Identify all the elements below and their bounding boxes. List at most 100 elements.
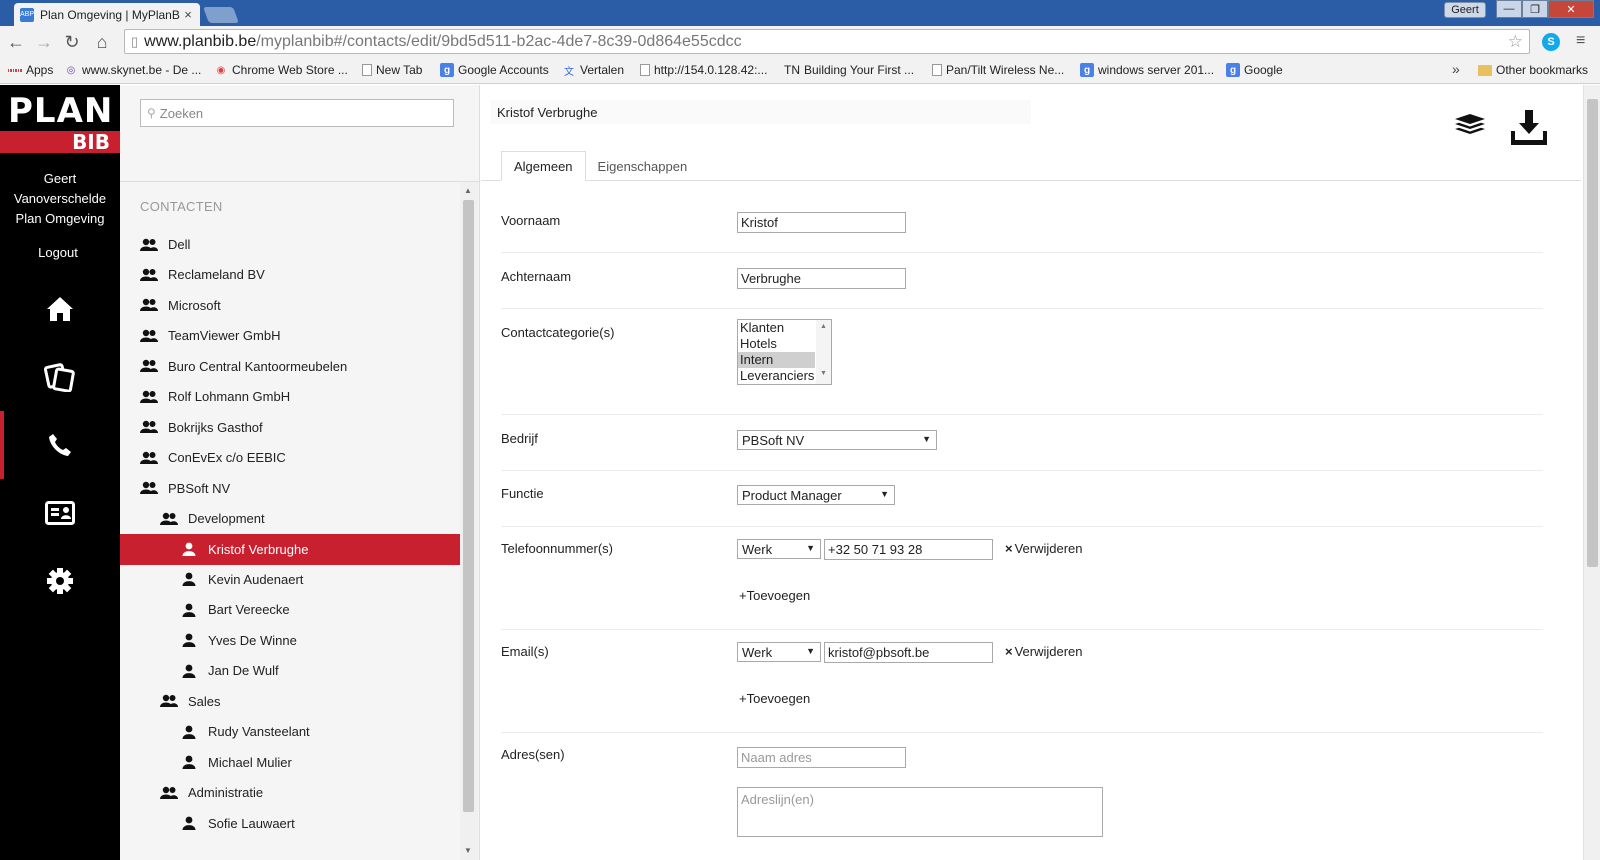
bookmark-apps[interactable]: Apps (7, 63, 53, 77)
contact-person-item[interactable]: Michael Mulier (120, 747, 460, 778)
address-name-input[interactable] (737, 747, 906, 768)
layers-button[interactable] (1453, 113, 1487, 140)
nav-home[interactable] (0, 275, 120, 343)
browser-tab[interactable]: ABP Plan Omgeving | MyPlanB × (14, 3, 200, 26)
logo-bib-text: BIB (0, 131, 120, 153)
search-box[interactable]: ⚲ (140, 99, 454, 127)
nav-contact-card[interactable] (0, 479, 120, 547)
minimize-button[interactable]: — (1496, 0, 1522, 18)
bookmark-windows-server[interactable]: g windows server 201... (1080, 63, 1214, 77)
person-icon (180, 602, 198, 618)
scroll-up-icon[interactable]: ▲ (464, 186, 472, 195)
email-type-select[interactable]: Werk ▼ (737, 642, 821, 662)
bookmark-google-accounts[interactable]: g Google Accounts (440, 63, 549, 77)
bookmark-pantilt[interactable]: Pan/Tilt Wireless Ne... (932, 63, 1064, 77)
contacts-heading: CONTACTEN (140, 199, 223, 214)
category-option[interactable]: Hotels (738, 336, 815, 352)
tab-eigenschappen[interactable]: Eigenschappen (586, 151, 700, 181)
new-tab-button[interactable] (203, 7, 239, 23)
url-host: www.planbib.be (144, 32, 257, 50)
categories-listbox[interactable]: Klanten Hotels Intern Leveranciers ▲ ▼ (737, 319, 832, 385)
scroll-down-icon[interactable]: ▼ (820, 370, 827, 377)
scroll-up-icon[interactable]: ▲ (820, 323, 827, 330)
email-input[interactable] (824, 642, 993, 663)
browser-menu-icon[interactable]: ≡ (1576, 32, 1585, 50)
phone-add-button[interactable]: +Toevoegen (739, 588, 810, 603)
nav-contacts-phone[interactable] (0, 411, 120, 479)
contact-group-item[interactable]: Sales (120, 686, 460, 717)
category-option[interactable]: Klanten (738, 320, 815, 336)
contact-group-item[interactable]: Bokrijks Gasthof (120, 412, 460, 443)
bookmark-other[interactable]: Other bookmarks (1478, 63, 1588, 77)
contact-group-item[interactable]: Reclameland BV (120, 259, 460, 290)
scroll-down-icon[interactable]: ▼ (464, 846, 472, 855)
bookmark-chrome-web-store[interactable]: ◉ Chrome Web Store ... (214, 63, 348, 77)
category-option[interactable]: Leveranciers (738, 368, 815, 384)
search-input[interactable] (159, 105, 440, 121)
email-add-button[interactable]: +Toevoegen (739, 691, 810, 706)
listbox-scrollbar[interactable]: ▲ ▼ (816, 320, 831, 384)
tab-close-icon[interactable]: × (182, 7, 194, 22)
download-button[interactable] (1509, 109, 1549, 150)
bedrijf-select[interactable]: PBSoft NV ▼ (737, 430, 937, 450)
contact-person-item[interactable]: Kevin Audenaert (120, 564, 460, 595)
back-icon[interactable]: ← (6, 32, 26, 53)
reload-icon[interactable]: ↻ (62, 32, 82, 53)
logout-link[interactable]: Logout (0, 245, 116, 260)
close-icon: × (1005, 644, 1013, 659)
functie-select[interactable]: Product Manager ▼ (737, 485, 895, 505)
contact-person-item[interactable]: Bart Vereecke (120, 594, 460, 625)
contact-group-item[interactable]: Microsoft (120, 290, 460, 321)
nav-documents[interactable] (0, 343, 120, 411)
functie-label: Functie (501, 486, 544, 501)
sidebar-scrollbar[interactable]: ▲ ▼ (460, 182, 478, 860)
bookmarks-overflow-chevron[interactable]: » (1452, 61, 1460, 77)
planbib-logo[interactable]: PLAN BIB (0, 85, 120, 155)
maximize-button[interactable]: ❐ (1522, 0, 1548, 18)
bookmark-new-tab[interactable]: New Tab (362, 63, 422, 77)
contact-group-item[interactable]: Rolf Lohmann GmbH (120, 381, 460, 412)
bookmark-vertalen[interactable]: 文 Vertalen (562, 63, 624, 78)
contact-group-item[interactable]: TeamViewer GmbH (120, 320, 460, 351)
achternaam-input[interactable] (737, 268, 906, 289)
skype-extension-icon[interactable]: S (1542, 33, 1560, 51)
bookmark-star-icon[interactable]: ☆ (1508, 32, 1523, 52)
contact-group-item[interactable]: Development (120, 503, 460, 534)
scrollbar-thumb[interactable] (463, 200, 474, 812)
bookmark-building[interactable]: TN Building Your First ... (784, 63, 914, 77)
bookmark-ip[interactable]: http://154.0.128.42:... (640, 63, 767, 77)
address-bar[interactable]: ▯ www.planbib.be/myplanbib#/contacts/edi… (124, 29, 1530, 54)
contact-person-item[interactable]: Rudy Vansteelant (120, 716, 460, 747)
contact-item-selected[interactable]: Kristof Verbrughe (120, 533, 460, 565)
phone-remove-button[interactable]: × Verwijderen (1005, 541, 1083, 556)
contact-item-label: Michael Mulier (208, 754, 292, 770)
contact-group-item[interactable]: ConEvEx c/o EEBIC (120, 442, 460, 473)
forward-icon[interactable]: → (34, 32, 54, 53)
contact-group-item[interactable]: Dell (120, 229, 460, 260)
contact-group-item[interactable]: Administratie (120, 777, 460, 808)
email-remove-button[interactable]: × Verwijderen (1005, 644, 1083, 659)
main-scrollbar[interactable] (1583, 85, 1600, 860)
bookmark-skynet[interactable]: ◎ www.skynet.be - De ... (64, 63, 202, 77)
group-icon (140, 267, 158, 283)
phone-type-select[interactable]: Werk ▼ (737, 539, 821, 559)
contact-person-item[interactable]: Sofie Lauwaert (120, 808, 460, 839)
contact-person-item[interactable]: Jan De Wulf (120, 655, 460, 686)
voornaam-input[interactable] (737, 212, 906, 233)
home-browser-icon[interactable]: ⌂ (92, 32, 112, 53)
contact-item-label: Rolf Lohmann GmbH (168, 389, 291, 405)
contact-group-item[interactable]: PBSoft NV (120, 473, 460, 504)
tab-algemeen[interactable]: Algemeen (501, 151, 586, 181)
phone-input[interactable] (824, 539, 993, 560)
category-option-selected[interactable]: Intern (738, 352, 815, 368)
email-label: Email(s) (501, 644, 549, 659)
scrollbar-thumb[interactable] (1587, 99, 1598, 567)
voornaam-label: Voornaam (501, 213, 561, 228)
address-lines-textarea[interactable] (737, 787, 1103, 837)
contact-group-item[interactable]: Buro Central Kantoormeubelen (120, 351, 460, 382)
bookmark-google[interactable]: g Google (1226, 63, 1283, 77)
contact-person-item[interactable]: Yves De Winne (120, 625, 460, 656)
close-window-button[interactable]: ✕ (1548, 0, 1594, 18)
nav-settings[interactable] (0, 547, 120, 615)
browser-user-badge[interactable]: Geert (1444, 2, 1486, 18)
